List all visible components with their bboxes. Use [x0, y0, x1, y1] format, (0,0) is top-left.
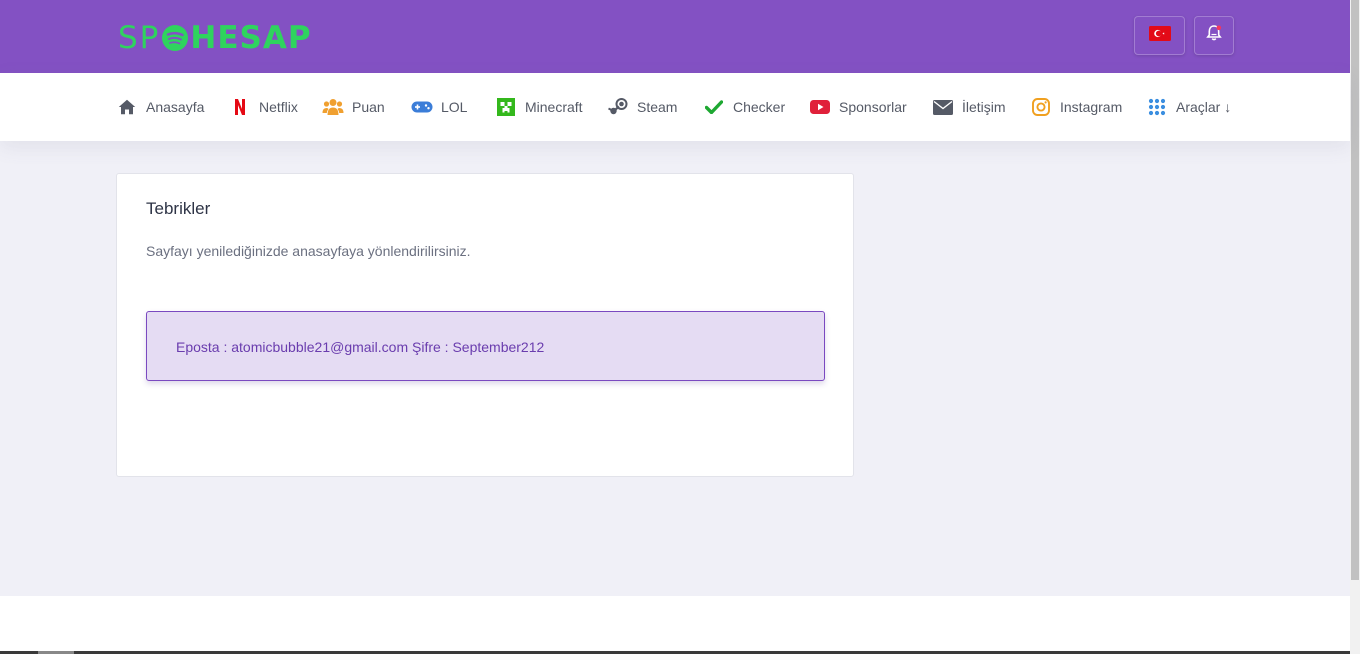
- scrollbar-thumb[interactable]: [1351, 0, 1359, 580]
- check-icon: [703, 96, 725, 118]
- nav-item-minecraft[interactable]: Minecraft: [495, 95, 583, 119]
- card-title: Tebrikler: [146, 199, 211, 218]
- turkey-flag-icon: [1148, 25, 1171, 46]
- notification-button[interactable]: [1194, 16, 1234, 55]
- users-icon: [322, 96, 344, 118]
- result-card: Tebrikler Sayfayı yenilediğinizde anasay…: [116, 173, 854, 477]
- top-header: SP HESAP: [0, 0, 1350, 73]
- spotify-icon: [161, 24, 189, 52]
- logo-text-left: SP: [118, 20, 161, 56]
- site-logo[interactable]: SP HESAP: [118, 20, 312, 56]
- nav-item-steam[interactable]: Steam: [607, 95, 677, 119]
- nav-item-label: Sponsorlar: [839, 99, 907, 115]
- nav-item-anasayfa[interactable]: Anasayfa: [116, 95, 204, 119]
- nav-item-araclar[interactable]: Araçlar ↓: [1146, 95, 1231, 119]
- youtube-icon: [809, 96, 831, 118]
- vertical-scrollbar[interactable]: [1350, 0, 1360, 654]
- envelope-icon: [932, 96, 954, 118]
- nav-item-label: Steam: [637, 99, 678, 115]
- grid-icon: [1146, 96, 1168, 118]
- nav-item-netflix[interactable]: Netflix: [229, 95, 298, 119]
- main-content: Tebrikler Sayfayı yenilediğinizde anasay…: [0, 141, 1350, 596]
- nav-item-label: Checker: [733, 99, 786, 115]
- nav-item-label: Instagram: [1060, 99, 1123, 115]
- language-button[interactable]: [1134, 16, 1185, 55]
- account-info-alert: Eposta : atomicbubble21@gmail.com Şifre …: [146, 311, 825, 381]
- instagram-icon: [1030, 96, 1052, 118]
- redirect-notice: Sayfayı yenilediğinizde anasayfaya yönle…: [146, 243, 471, 259]
- nav-item-instagram[interactable]: Instagram: [1030, 95, 1122, 119]
- account-credentials: Eposta : atomicbubble21@gmail.com Şifre …: [176, 339, 545, 355]
- main-nav: Anasayfa Netflix Puan LOL Minecraft Stea…: [0, 73, 1350, 141]
- nav-item-puan[interactable]: Puan: [322, 95, 385, 119]
- nav-item-lol[interactable]: LOL: [411, 95, 467, 119]
- nav-item-label: Minecraft: [525, 99, 583, 115]
- nav-item-label: Netflix: [259, 99, 298, 115]
- minecraft-icon: [495, 96, 517, 118]
- gamepad-icon: [411, 96, 433, 118]
- nav-item-sponsorlar[interactable]: Sponsorlar: [809, 95, 907, 119]
- nav-item-iletisim[interactable]: İletişim: [932, 95, 1006, 119]
- home-icon: [116, 96, 138, 118]
- nav-item-label: LOL: [441, 99, 468, 115]
- nav-item-label: İletişim: [962, 99, 1006, 115]
- steam-icon: [607, 96, 629, 118]
- logo-text-right: HESAP: [190, 20, 312, 56]
- nav-item-label: Anasayfa: [146, 99, 205, 115]
- nav-item-label: Puan: [352, 99, 385, 115]
- bell-icon: [1205, 24, 1223, 47]
- nav-item-label: Araçlar ↓: [1176, 99, 1232, 115]
- netflix-icon: [229, 96, 251, 118]
- nav-item-checker[interactable]: Checker: [703, 95, 785, 119]
